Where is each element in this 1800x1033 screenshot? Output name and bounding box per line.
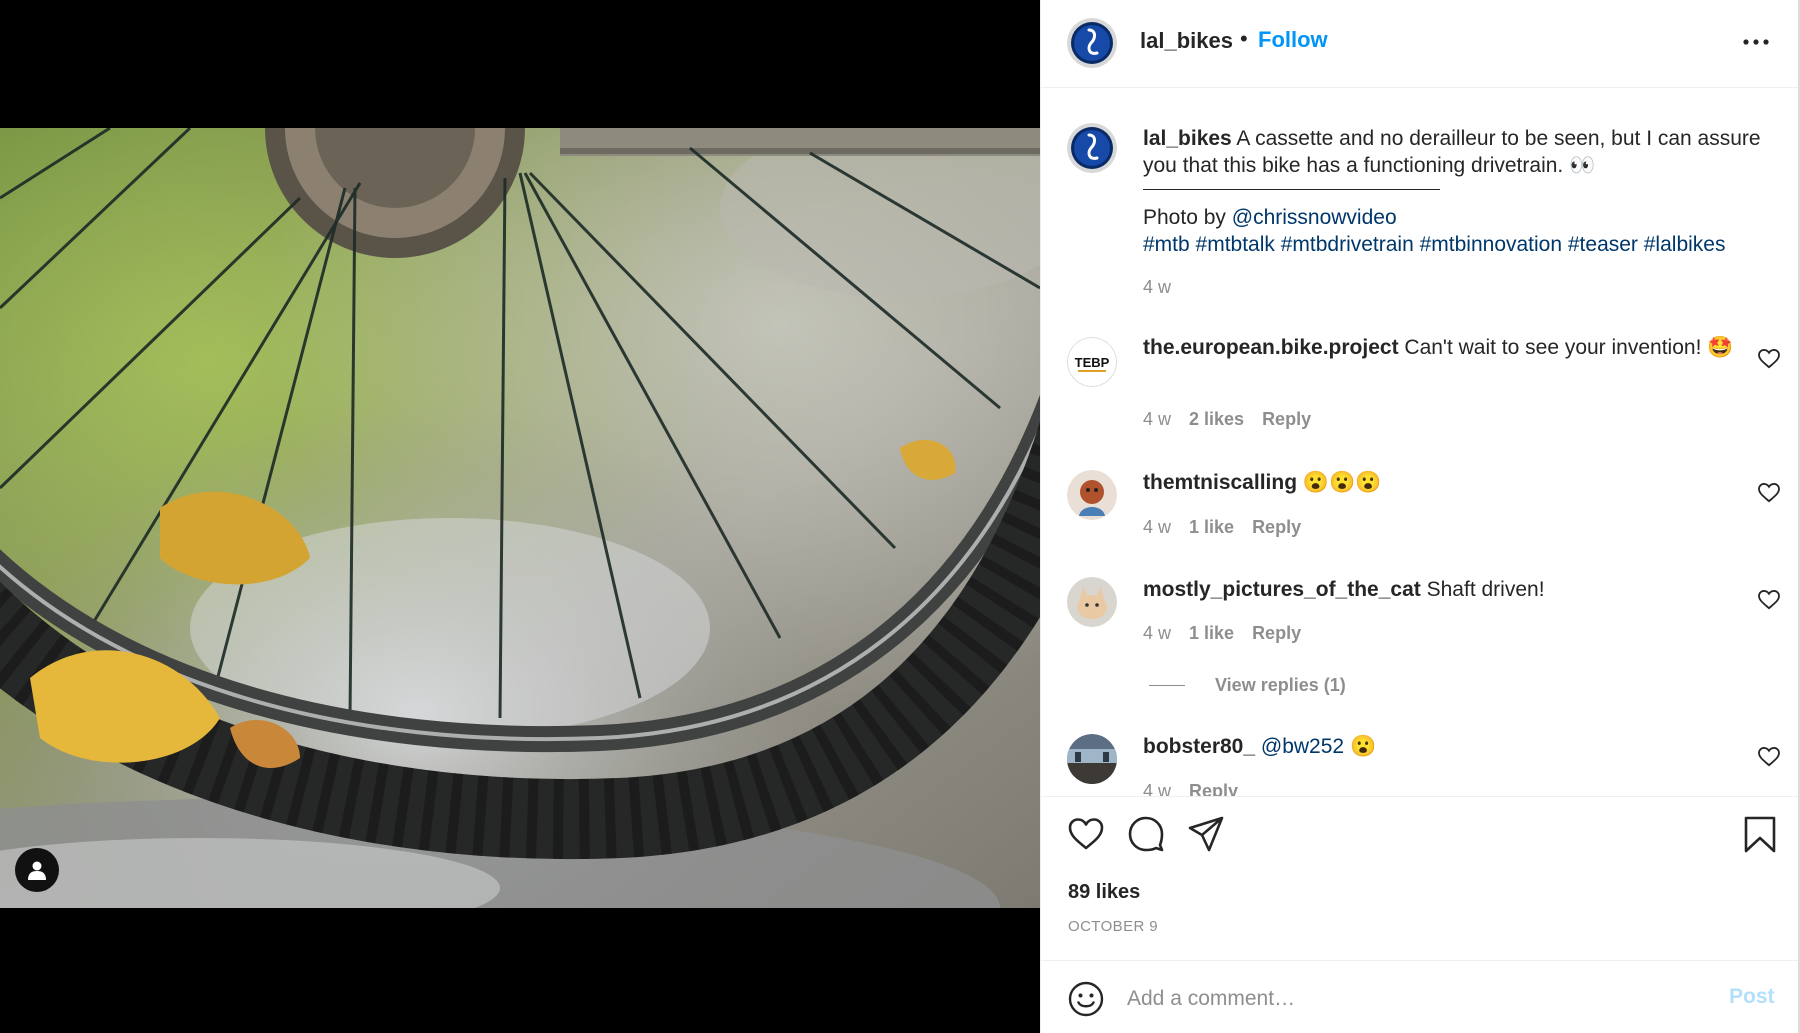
heart-icon[interactable] [1067, 815, 1105, 853]
comment-username[interactable]: mostly_pictures_of_the_cat [1143, 578, 1421, 601]
comment-time: 4 w [1143, 781, 1172, 796]
heart-icon[interactable] [1758, 746, 1780, 767]
author-username[interactable]: lal_bikes [1140, 28, 1233, 54]
commenter-avatar[interactable] [1067, 577, 1117, 627]
comment-text: Shaft driven! [1426, 578, 1545, 601]
comment-time: 4 w [1143, 409, 1172, 429]
post-date: OCTOBER 9 [1068, 918, 1159, 935]
caption-time: 4 w [1143, 277, 1172, 297]
comment-username[interactable]: bobster80_ [1143, 735, 1255, 758]
view-replies-label[interactable]: View replies (1) [1215, 675, 1346, 696]
post-caption: lal_bikes A cassette and no derailleur t… [1143, 125, 1773, 258]
comment-text: 😮 [1349, 735, 1377, 758]
comment-body: the.european.bike.project Can't wait to … [1143, 335, 1743, 361]
bike-wheel-photo [0, 128, 1040, 908]
commenter-avatar[interactable] [1067, 470, 1117, 520]
heart-icon[interactable] [1758, 482, 1780, 503]
reply-button[interactable]: Reply [1252, 517, 1301, 538]
comment-meta: 4 w 2 likes Reply [1143, 409, 1329, 430]
caption-text: A cassette and no derailleur to be seen,… [1143, 127, 1761, 177]
comment-likes[interactable]: 2 likes [1189, 409, 1244, 430]
replies-divider [1149, 685, 1185, 686]
reply-button[interactable]: Reply [1262, 409, 1311, 430]
likes-count[interactable]: 89 likes [1068, 881, 1140, 904]
comment-likes[interactable]: 1 like [1189, 517, 1234, 538]
comment-username[interactable]: themtniscalling [1143, 471, 1297, 494]
post-side-panel: lal_bikes • Follow lal_bikes A cassette … [1040, 0, 1800, 1033]
view-replies-button[interactable]: View replies (1) [1149, 675, 1346, 696]
comment-likes[interactable]: 1 like [1189, 623, 1234, 644]
reply-button[interactable]: Reply [1252, 623, 1301, 644]
comment-icon[interactable] [1127, 815, 1165, 853]
post-media [0, 0, 1040, 1033]
post-actions: 89 likes OCTOBER 9 [1041, 796, 1798, 960]
photo-by-label: Photo by [1143, 206, 1226, 229]
heart-icon[interactable] [1758, 589, 1780, 610]
add-comment-bar: Post [1041, 960, 1798, 1033]
bookmark-icon[interactable] [1741, 815, 1779, 853]
comment-text: Can't wait to see your invention! 🤩 [1404, 336, 1734, 359]
comment-username[interactable]: the.european.bike.project [1143, 336, 1399, 359]
comment-mention[interactable]: @bw252 [1261, 735, 1344, 758]
hashtags[interactable]: #mtb #mtbtalk #mtbdrivetrain #mtbinnovat… [1143, 231, 1773, 258]
caption-avatar[interactable] [1067, 123, 1117, 173]
comment-input[interactable] [1127, 981, 1687, 1017]
reply-button[interactable]: Reply [1189, 781, 1238, 796]
post-photo[interactable] [0, 128, 1040, 908]
author-avatar[interactable] [1067, 18, 1117, 68]
heart-icon[interactable] [1758, 348, 1780, 369]
paper-plane-icon[interactable] [1187, 815, 1225, 853]
post-header: lal_bikes • Follow [1041, 0, 1798, 88]
comment-body: themtniscalling 😮😮😮 [1143, 470, 1743, 496]
comment-time: 4 w [1143, 623, 1172, 643]
commenter-avatar[interactable]: TEBP [1067, 337, 1117, 387]
separator-dot: • [1240, 26, 1248, 51]
comment-body: mostly_pictures_of_the_cat Shaft driven! [1143, 577, 1743, 603]
tebp-logo-text: TEBP [1075, 355, 1110, 370]
comment-body: bobster80_ @bw252 😮 [1143, 734, 1743, 760]
caption-divider [1143, 189, 1440, 190]
user-tag-icon[interactable] [15, 848, 59, 892]
caption-username[interactable]: lal_bikes [1143, 127, 1232, 150]
photo-credit-link[interactable]: @chrissnowvideo [1232, 206, 1397, 229]
comment-meta: 4 w Reply [1143, 781, 1256, 796]
comment-meta: 4 w 1 like Reply [1143, 517, 1319, 538]
commenter-avatar[interactable] [1067, 734, 1117, 784]
post-comment-button[interactable]: Post [1729, 985, 1775, 1009]
comment-text: 😮😮😮 [1302, 471, 1382, 494]
comment-meta: 4 w 1 like Reply [1143, 623, 1319, 644]
smiley-icon[interactable] [1067, 980, 1105, 1018]
comments-list[interactable]: lal_bikes A cassette and no derailleur t… [1041, 89, 1798, 796]
follow-button[interactable]: Follow [1258, 27, 1328, 53]
comment-time: 4 w [1143, 517, 1172, 537]
more-options-icon[interactable] [1741, 30, 1771, 54]
